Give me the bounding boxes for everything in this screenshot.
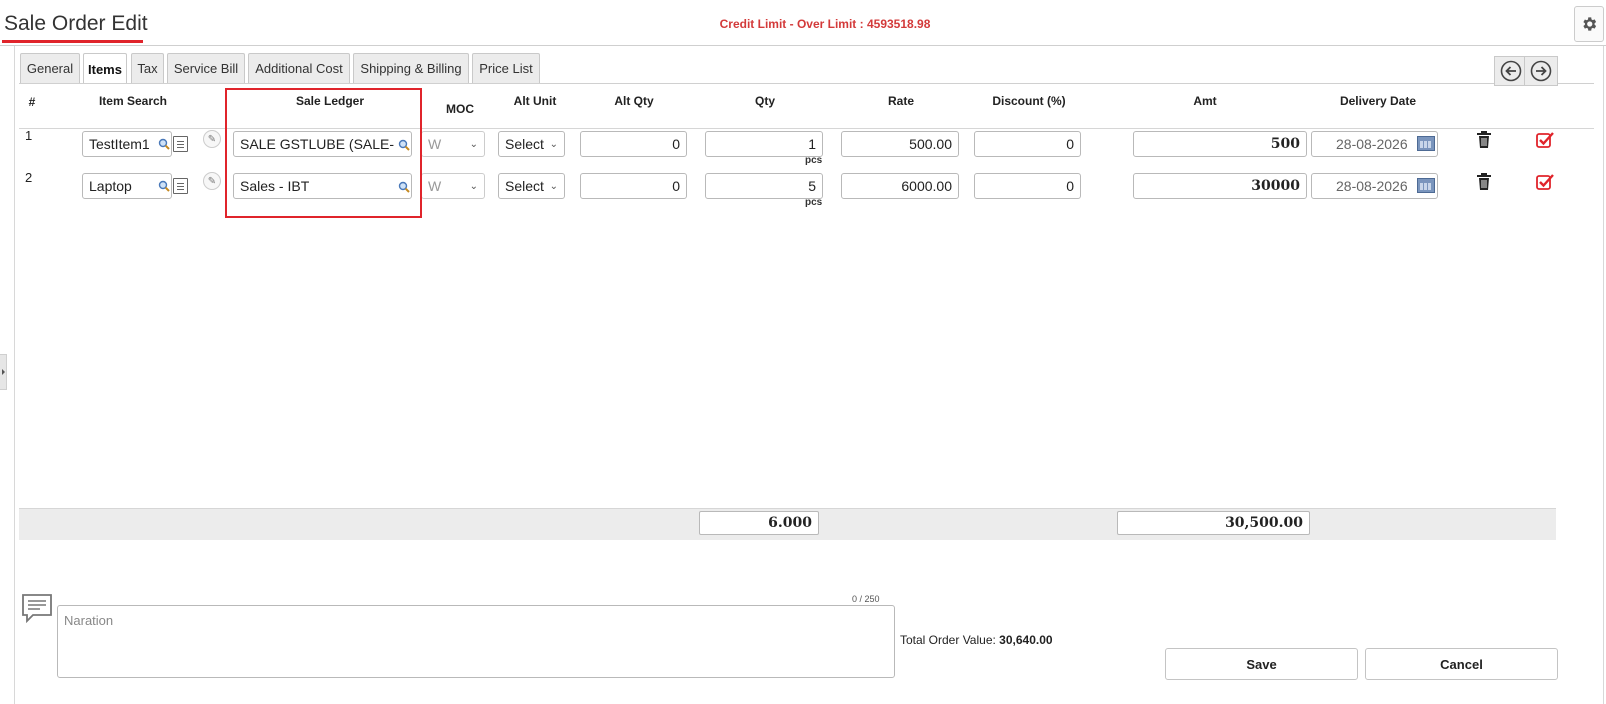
tab-items[interactable]: Items bbox=[83, 53, 127, 84]
col-num: # bbox=[28, 95, 36, 109]
row-2-alt-qty-input[interactable]: 0 bbox=[580, 173, 687, 199]
search-icon[interactable] bbox=[158, 138, 170, 150]
row-1-delete-icon[interactable] bbox=[1476, 131, 1492, 149]
row-2-alt-unit-select[interactable]: Select ⌄ bbox=[498, 173, 565, 199]
title-underline bbox=[2, 40, 143, 43]
col-rate: Rate bbox=[887, 94, 914, 108]
row-2-number: 2 bbox=[25, 170, 33, 185]
credit-limit-warning: Credit Limit - Over Limit : 4593518.98 bbox=[719, 17, 931, 31]
calendar-icon[interactable] bbox=[1417, 136, 1435, 151]
row-2-list-icon[interactable] bbox=[173, 178, 188, 194]
total-amt: 30,500.00 bbox=[1117, 511, 1310, 535]
row-1-list-icon[interactable] bbox=[173, 136, 188, 152]
row-1-moc-value: W bbox=[428, 136, 442, 152]
row-1-rate-input[interactable]: 500.00 bbox=[841, 131, 959, 157]
arrow-left-circle-icon bbox=[1500, 60, 1522, 82]
col-amt: Amt bbox=[1193, 94, 1217, 108]
settings-button[interactable] bbox=[1574, 6, 1604, 42]
row-2-confirm-check-icon[interactable] bbox=[1536, 173, 1554, 191]
arrow-right-circle-icon bbox=[1530, 60, 1552, 82]
row-2-delete-icon[interactable] bbox=[1476, 173, 1492, 191]
chevron-down-icon: ⌄ bbox=[469, 138, 478, 150]
chevron-down-icon: ⌄ bbox=[469, 180, 478, 192]
row-1-alt-qty-input[interactable]: 0 bbox=[580, 131, 687, 157]
row-2-unit-label: pcs bbox=[805, 197, 823, 208]
tab-bar-divider bbox=[19, 83, 1594, 84]
row-2-rate-input[interactable]: 6000.00 bbox=[841, 173, 959, 199]
sidebar-toggle[interactable] bbox=[0, 354, 7, 390]
comment-icon bbox=[22, 594, 52, 623]
row-1-confirm-check-icon[interactable] bbox=[1536, 131, 1554, 149]
row-2-discount-input[interactable]: 0 bbox=[974, 173, 1081, 199]
tab-additional-cost[interactable]: Additional Cost bbox=[248, 53, 350, 83]
col-alt-unit: Alt Unit bbox=[513, 94, 557, 108]
col-delivery-date: Delivery Date bbox=[1339, 94, 1417, 108]
total-order-label: Total Order Value: bbox=[900, 633, 996, 647]
gear-icon bbox=[1583, 17, 1597, 31]
total-order-value: Total Order Value: 30,640.00 bbox=[900, 633, 1053, 647]
chevron-down-icon: ⌄ bbox=[549, 180, 558, 192]
row-1-alt-unit-select[interactable]: Select ⌄ bbox=[498, 131, 565, 157]
chevron-down-icon: ⌄ bbox=[549, 138, 558, 150]
col-qty: Qty bbox=[754, 94, 775, 108]
row-1-edit-icon[interactable]: ✎ bbox=[203, 130, 221, 148]
tab-tax[interactable]: Tax bbox=[131, 53, 164, 83]
row-1-unit-label: pcs bbox=[805, 155, 823, 166]
search-icon[interactable] bbox=[158, 180, 170, 192]
row-2-alt-unit-value: Select bbox=[505, 178, 544, 194]
col-moc: MOC bbox=[446, 102, 474, 116]
tab-general[interactable]: General bbox=[20, 53, 80, 83]
total-qty: 6.000 bbox=[699, 511, 819, 535]
sale-ledger-highlight bbox=[225, 88, 422, 218]
row-1-amt-input[interactable]: 500 bbox=[1133, 131, 1307, 157]
row-1-discount-input[interactable]: 0 bbox=[974, 131, 1081, 157]
row-2-qty-input[interactable]: 5 bbox=[705, 173, 823, 199]
row-2-moc-value: W bbox=[428, 178, 442, 194]
row-1-alt-unit-value: Select bbox=[505, 136, 544, 152]
row-2-edit-icon[interactable]: ✎ bbox=[203, 172, 221, 190]
row-2-moc-select[interactable]: W ⌄ bbox=[421, 173, 485, 199]
tab-service-bill[interactable]: Service Bill bbox=[167, 53, 245, 83]
chevron-right-icon bbox=[1, 369, 5, 375]
save-button[interactable]: Save bbox=[1165, 648, 1358, 680]
row-2-amt-input[interactable]: 30000 bbox=[1133, 173, 1307, 199]
col-alt-qty: Alt Qty bbox=[614, 94, 654, 108]
col-discount: Discount (%) bbox=[992, 94, 1066, 108]
tab-shipping-billing[interactable]: Shipping & Billing bbox=[353, 53, 469, 83]
tab-price-list[interactable]: Price List bbox=[472, 53, 540, 83]
row-1-qty-input[interactable]: 1 bbox=[705, 131, 823, 157]
page-title: Sale Order Edit bbox=[4, 12, 148, 35]
row-1-moc-select[interactable]: W ⌄ bbox=[421, 131, 485, 157]
next-button[interactable] bbox=[1524, 56, 1558, 86]
row-1-number: 1 bbox=[25, 128, 33, 143]
cancel-button[interactable]: Cancel bbox=[1365, 648, 1558, 680]
naration-char-count: 0 / 250 bbox=[852, 594, 880, 604]
col-item-search: Item Search bbox=[98, 94, 168, 108]
naration-textarea[interactable]: Naration bbox=[57, 605, 895, 678]
total-order-amount: 30,640.00 bbox=[999, 633, 1053, 647]
calendar-icon[interactable] bbox=[1417, 178, 1435, 193]
prev-button[interactable] bbox=[1494, 56, 1528, 86]
